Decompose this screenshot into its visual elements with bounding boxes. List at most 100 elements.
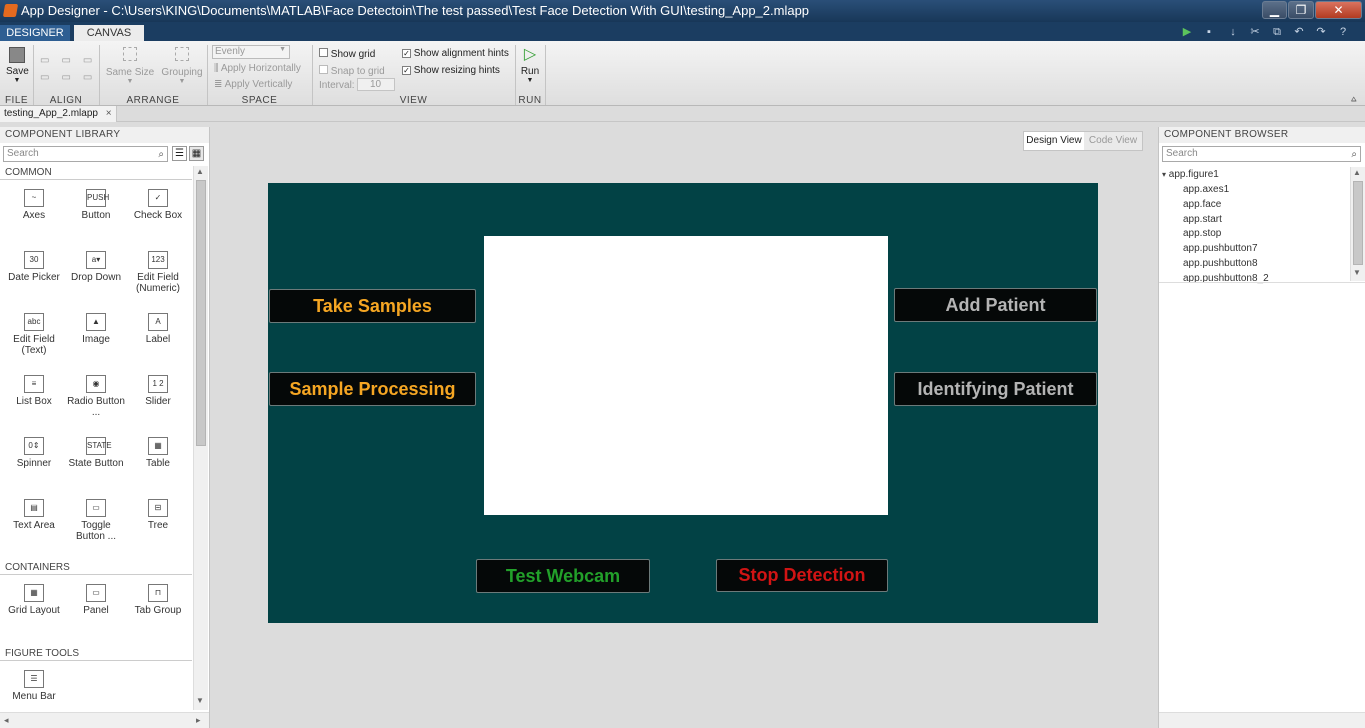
section-common: COMMON xyxy=(0,166,192,180)
align-icons-row2[interactable]: ▭▭▭ xyxy=(40,72,104,83)
download-icon[interactable]: ↓ xyxy=(1226,25,1240,39)
component-label: List Box xyxy=(16,396,52,407)
component-button[interactable]: PUSH Button xyxy=(66,189,126,249)
tree-item-app-start[interactable]: app.start xyxy=(1183,214,1222,225)
close-tab-icon[interactable]: × xyxy=(106,108,112,119)
table-icon: ▦ xyxy=(148,437,168,455)
component-edit-field-text[interactable]: abc Edit Field (Text) xyxy=(4,313,64,373)
design-view-button[interactable]: Design View xyxy=(1024,132,1084,150)
component-edit-field-numeric[interactable]: 123 Edit Field (Numeric) xyxy=(128,251,188,311)
document-tab[interactable]: testing_App_2.mlapp × xyxy=(0,106,117,122)
component-label: Menu Bar xyxy=(12,691,56,702)
snap-to-grid-checkbox[interactable]: Snap to grid xyxy=(319,65,385,77)
add-patient-button[interactable]: Add Patient xyxy=(894,288,1097,322)
component-label[interactable]: A Label xyxy=(128,313,188,373)
list-view-icon[interactable]: ☰ xyxy=(172,146,187,161)
component-tree[interactable]: ⊟ Tree xyxy=(128,499,188,559)
grid-view-icon[interactable]: ▦ xyxy=(189,146,204,161)
interval-spinner[interactable]: 10 xyxy=(357,78,395,91)
tree-item-app-stop[interactable]: app.stop xyxy=(1183,228,1221,239)
component-radio-button[interactable]: ◉ Radio Button ... xyxy=(66,375,126,435)
test-webcam-button[interactable]: Test Webcam xyxy=(476,559,650,593)
show-grid-checkbox[interactable]: Show grid xyxy=(319,48,375,60)
run-button[interactable]: ▷ Run ▼ xyxy=(518,47,542,85)
component-library-panel: COMPONENT LIBRARY Search ⌕ ☰ ▦ COMMON ~ A… xyxy=(0,127,210,728)
align-icons-row1[interactable]: ▭▭▭ xyxy=(40,55,104,66)
help-icon[interactable]: ? xyxy=(1336,25,1350,39)
component-label: Axes xyxy=(22,210,46,221)
copy-icon[interactable]: ⧉ xyxy=(1270,25,1284,39)
apply-vertically-button[interactable]: ≣ Apply Vertically xyxy=(214,79,292,90)
component-drop-down[interactable]: a▾ Drop Down xyxy=(66,251,126,311)
grouping-button[interactable]: Grouping ▼ xyxy=(160,47,204,85)
tree-item-app-pushbutton8[interactable]: app.pushbutton8 xyxy=(1183,258,1258,269)
search-icon: ⌕ xyxy=(158,149,164,160)
tree-item-app-axes1[interactable]: app.axes1 xyxy=(1183,184,1229,195)
save-button[interactable]: Save ▼ xyxy=(6,47,29,84)
save-icon[interactable]: ▪ xyxy=(1202,25,1216,39)
window-title: App Designer - C:\Users\KING\Documents\M… xyxy=(21,3,810,18)
tree-item-app-face[interactable]: app.face xyxy=(1183,199,1221,210)
state-button-icon: STATE xyxy=(86,437,112,455)
stop-detection-button[interactable]: Stop Detection xyxy=(716,559,888,592)
component-image[interactable]: ▲ Image xyxy=(66,313,126,373)
axes-area[interactable] xyxy=(484,236,888,515)
component-toggle-button[interactable]: ▭ Toggle Button ... xyxy=(66,499,126,559)
component-axes[interactable]: ~ Axes xyxy=(4,189,64,249)
library-scroll-thumb[interactable] xyxy=(196,180,206,446)
show-resizing-hints-checkbox[interactable]: ✓ Show resizing hints xyxy=(402,65,500,76)
close-button[interactable]: ✕ xyxy=(1315,1,1362,19)
grid-layout-icon: ▦ xyxy=(24,584,44,602)
library-scrollbar[interactable]: ▲ ▼ xyxy=(193,166,208,710)
scroll-right-icon[interactable]: ▸ xyxy=(196,715,201,726)
component-slider[interactable]: 1 2 Slider xyxy=(128,375,188,435)
scroll-up-icon[interactable]: ▲ xyxy=(1353,168,1361,177)
matlab-app-icon xyxy=(2,4,19,17)
axes-icon: ~ xyxy=(24,189,44,207)
sample-processing-button[interactable]: Sample Processing xyxy=(269,372,476,406)
scroll-down-icon[interactable]: ▼ xyxy=(196,696,204,705)
tree-icon: ⊟ xyxy=(148,499,168,517)
maximize-button[interactable]: ❐ xyxy=(1288,1,1314,19)
component-spinner[interactable]: 0⇕ Spinner xyxy=(4,437,64,497)
component-date-picker[interactable]: 30 Date Picker xyxy=(4,251,64,311)
apply-horizontally-button[interactable]: ⫼ Apply Horizontally xyxy=(214,63,301,74)
same-size-button[interactable]: Same Size ▼ xyxy=(105,47,155,85)
run-icon[interactable]: ▶ xyxy=(1180,25,1194,39)
redo-icon[interactable]: ↷ xyxy=(1314,25,1328,39)
scroll-up-icon[interactable]: ▲ xyxy=(196,167,204,176)
drop-down-icon: a▾ xyxy=(86,251,106,269)
tab-designer[interactable]: DESIGNER xyxy=(0,25,70,41)
show-alignment-hints-checkbox[interactable]: ✓ Show alignment hints xyxy=(402,48,509,59)
collapse-ribbon-icon[interactable]: ⩠ xyxy=(1351,94,1356,105)
browser-search-input[interactable]: Search ⌕ xyxy=(1162,146,1361,162)
browser-scrollbar[interactable]: ▲ ▼ xyxy=(1350,167,1365,281)
cut-icon[interactable]: ✂ xyxy=(1248,25,1262,39)
expand-chevron-icon[interactable]: ▾ xyxy=(1162,170,1166,179)
identifying-patient-button[interactable]: Identifying Patient xyxy=(894,372,1097,406)
space-mode-dropdown[interactable]: Evenly ▼ xyxy=(212,45,290,59)
tree-item-app-pushbutton7[interactable]: app.pushbutton7 xyxy=(1183,243,1258,254)
component-table[interactable]: ▦ Table xyxy=(128,437,188,497)
component-library-header: COMPONENT LIBRARY xyxy=(0,127,209,143)
component-state-button[interactable]: STATE State Button xyxy=(66,437,126,497)
minimize-button[interactable]: ▁ xyxy=(1262,1,1287,19)
browser-horizontal-scrollbar[interactable] xyxy=(1159,712,1365,728)
scroll-left-icon[interactable]: ◂ xyxy=(4,715,9,726)
library-horizontal-scrollbar[interactable]: ◂ ▸ xyxy=(0,712,209,728)
component-panel[interactable]: ▭ Panel xyxy=(66,584,126,644)
browser-scroll-thumb[interactable] xyxy=(1353,181,1363,265)
code-view-button[interactable]: Code View xyxy=(1084,132,1142,150)
component-list-box[interactable]: ≡ List Box xyxy=(4,375,64,435)
tab-canvas[interactable]: CANVAS xyxy=(74,25,144,41)
undo-icon[interactable]: ↶ xyxy=(1292,25,1306,39)
app-figure[interactable]: Take Samples Sample Processing Add Patie… xyxy=(268,183,1098,623)
component-grid-layout[interactable]: ▦ Grid Layout xyxy=(4,584,64,644)
component-check-box[interactable]: ✓ Check Box xyxy=(128,189,188,249)
component-text-area[interactable]: ▤ Text Area xyxy=(4,499,64,559)
component-tab-group[interactable]: ⊓ Tab Group xyxy=(128,584,188,644)
take-samples-button[interactable]: Take Samples xyxy=(269,289,476,323)
scroll-down-icon[interactable]: ▼ xyxy=(1353,268,1361,277)
library-search-input[interactable]: Search ⌕ xyxy=(3,146,168,162)
tree-root-item[interactable]: ▾ app.figure1 xyxy=(1162,169,1219,180)
